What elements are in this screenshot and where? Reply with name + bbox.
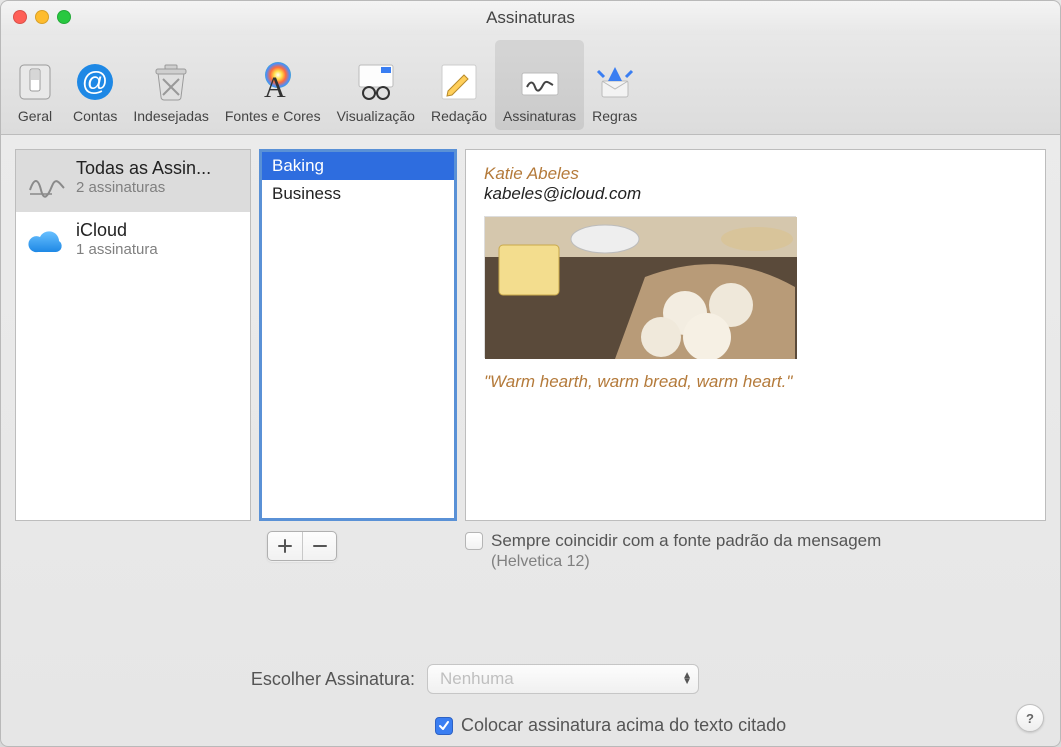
tab-label: Redação	[431, 108, 487, 124]
tab-label: Geral	[18, 108, 52, 124]
tab-rules[interactable]: Regras	[584, 40, 645, 130]
preferences-toolbar: Geral @ Contas Indesejadas A	[1, 35, 1060, 135]
sig-email: kabeles@icloud.com	[484, 184, 1027, 204]
account-count: 1 assinatura	[76, 241, 158, 258]
tab-composing[interactable]: Redação	[423, 40, 495, 130]
trash-icon	[149, 60, 193, 104]
body: Todas as Assin... 2 assinaturas iCloud 1…	[1, 135, 1060, 746]
account-count: 2 assinaturas	[76, 179, 211, 196]
signature-item-baking[interactable]: Baking	[262, 152, 454, 180]
account-name: Todas as Assin...	[76, 158, 211, 179]
signature-icon	[518, 60, 562, 104]
tab-label: Indesejadas	[133, 108, 209, 124]
panes: Todas as Assin... 2 assinaturas iCloud 1…	[15, 149, 1046, 521]
footer: Escolher Assinatura: Nenhuma ▲▼ Colocar …	[15, 635, 1046, 736]
tab-general[interactable]: Geral	[5, 40, 65, 130]
rules-icon	[593, 60, 637, 104]
account-item-icloud[interactable]: iCloud 1 assinatura	[16, 212, 250, 274]
tab-viewing[interactable]: Visualização	[329, 40, 423, 130]
place-above-quote-checkbox[interactable]	[435, 717, 453, 735]
pencil-icon	[437, 60, 481, 104]
tab-label: Regras	[592, 108, 637, 124]
tab-label: Assinaturas	[503, 108, 576, 124]
account-item-all[interactable]: Todas as Assin... 2 assinaturas	[16, 150, 250, 212]
tab-label: Fontes e Cores	[225, 108, 321, 124]
fonts-colors-icon: A	[251, 60, 295, 104]
accounts-list[interactable]: Todas as Assin... 2 assinaturas iCloud 1…	[15, 149, 251, 521]
help-button[interactable]: ?	[1016, 704, 1044, 732]
window-controls	[13, 10, 71, 24]
tab-accounts[interactable]: @ Contas	[65, 40, 125, 130]
signature-item-business[interactable]: Business	[262, 180, 454, 208]
icloud-icon	[24, 220, 70, 266]
titlebar: Assinaturas	[1, 1, 1060, 35]
place-above-quote-label: Colocar assinatura acima do texto citado	[461, 715, 786, 736]
add-remove-segmented	[267, 531, 337, 561]
tab-junk[interactable]: Indesejadas	[125, 40, 217, 130]
glasses-icon	[354, 60, 398, 104]
remove-signature-button[interactable]	[302, 532, 336, 560]
at-sign-icon: @	[73, 60, 117, 104]
font-hint: (Helvetica 12)	[491, 553, 1046, 571]
signature-image	[484, 216, 796, 358]
choose-signature-label: Escolher Assinatura:	[15, 669, 415, 690]
choose-signature-select[interactable]: Nenhuma ▲▼	[427, 664, 699, 694]
close-window-button[interactable]	[13, 10, 27, 24]
switch-icon	[13, 60, 57, 104]
signature-icon	[24, 158, 70, 204]
help-icon: ?	[1026, 711, 1034, 726]
signatures-list[interactable]: Baking Business	[259, 149, 457, 521]
account-name: iCloud	[76, 220, 158, 241]
tab-fonts-colors[interactable]: A Fontes e Cores	[217, 40, 329, 130]
tab-label: Visualização	[337, 108, 415, 124]
sig-tagline: "Warm hearth, warm bread, warm heart."	[484, 372, 1027, 392]
window-title: Assinaturas	[486, 8, 575, 28]
preferences-window: Assinaturas Geral @ Contas Indesejadas	[0, 0, 1061, 747]
match-font-checkbox[interactable]	[465, 532, 483, 550]
svg-text:@: @	[82, 66, 108, 96]
tab-label: Contas	[73, 108, 117, 124]
tab-signatures[interactable]: Assinaturas	[495, 40, 584, 130]
below-panes: Sempre coincidir com a fonte padrão da m…	[15, 531, 1046, 571]
select-arrows-icon: ▲▼	[682, 673, 692, 685]
match-font-row: Sempre coincidir com a fonte padrão da m…	[465, 531, 1046, 551]
choose-signature-value: Nenhuma	[440, 669, 514, 689]
zoom-window-button[interactable]	[57, 10, 71, 24]
signature-preview[interactable]: Katie Abeles kabeles@icloud.com	[465, 149, 1046, 521]
add-signature-button[interactable]	[268, 532, 302, 560]
sig-name: Katie Abeles	[484, 164, 1027, 184]
match-font-label: Sempre coincidir com a fonte padrão da m…	[491, 531, 881, 551]
svg-text:A: A	[264, 71, 286, 103]
minimize-window-button[interactable]	[35, 10, 49, 24]
